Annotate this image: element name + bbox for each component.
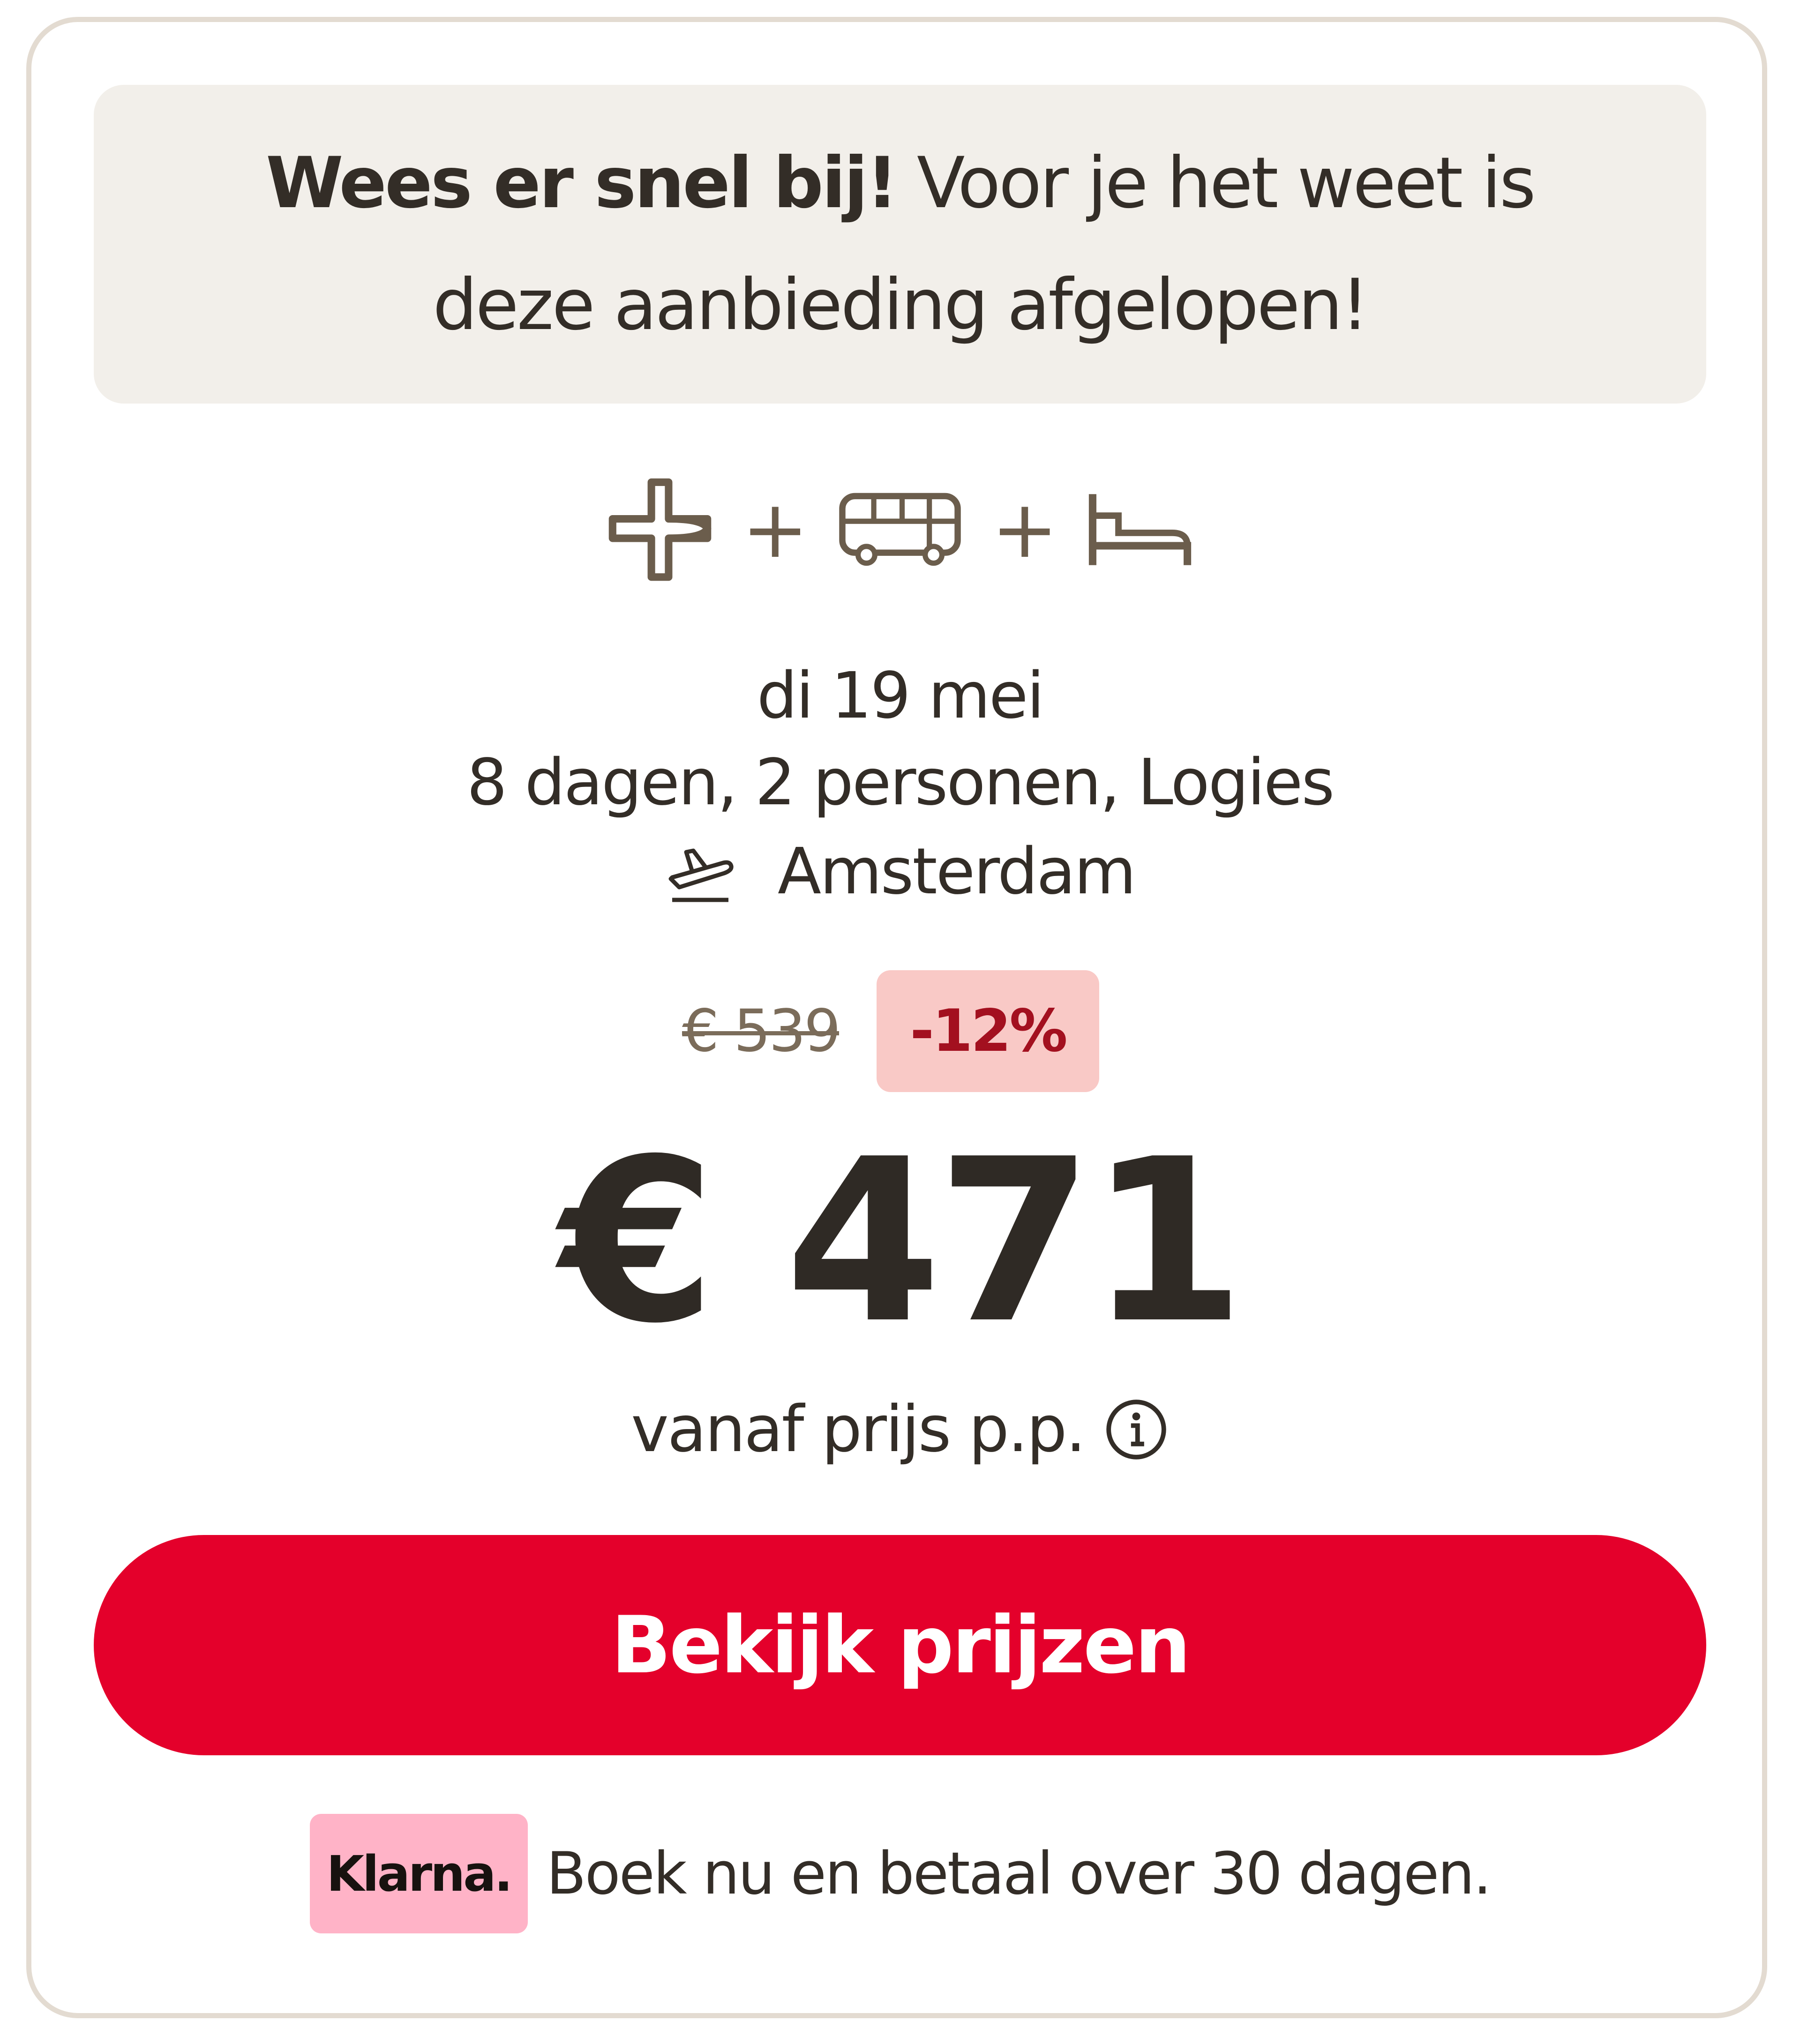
view-prices-button[interactable]: Bekijk prijzen [94, 1535, 1706, 1755]
plus-separator: + [742, 483, 809, 576]
old-price: € 539 [682, 997, 841, 1065]
urgency-banner: Wees er snel bij! Voor je het weet is de… [94, 85, 1706, 404]
package-components: + + [0, 469, 1800, 591]
bus-icon [837, 490, 963, 569]
urgency-banner-text: Wees er snel bij! Voor je het weet is de… [188, 122, 1612, 366]
plus-separator: + [991, 483, 1058, 576]
price-note-text: vanaf prijs p.p. [631, 1393, 1086, 1467]
urgency-banner-strong: Wees er snel bij! [266, 142, 898, 224]
plane-icon [606, 476, 714, 584]
current-price: € 471 [559, 1111, 1245, 1373]
bed-icon [1086, 490, 1194, 569]
discount-row: € 539 -12% [0, 970, 1800, 1092]
klarna-text: Boek nu en betaal over 30 dagen. [546, 1840, 1492, 1908]
departure-date: di 19 mei [757, 659, 1045, 733]
klarna-logo: Klarna. [309, 1814, 528, 1933]
departure-airport: Amsterdam [0, 825, 1800, 919]
discount-badge: -12% [877, 970, 1099, 1092]
trip-details: 8 dagen, 2 personen, Logies [466, 746, 1335, 820]
plane-takeoff-icon [665, 837, 735, 907]
klarna-row: Klarna. Boek nu en betaal over 30 dagen. [0, 1814, 1800, 1933]
price-note: vanaf prijs p.p. [0, 1383, 1800, 1476]
info-icon[interactable] [1103, 1397, 1169, 1462]
departure-city: Amsterdam [777, 835, 1136, 909]
